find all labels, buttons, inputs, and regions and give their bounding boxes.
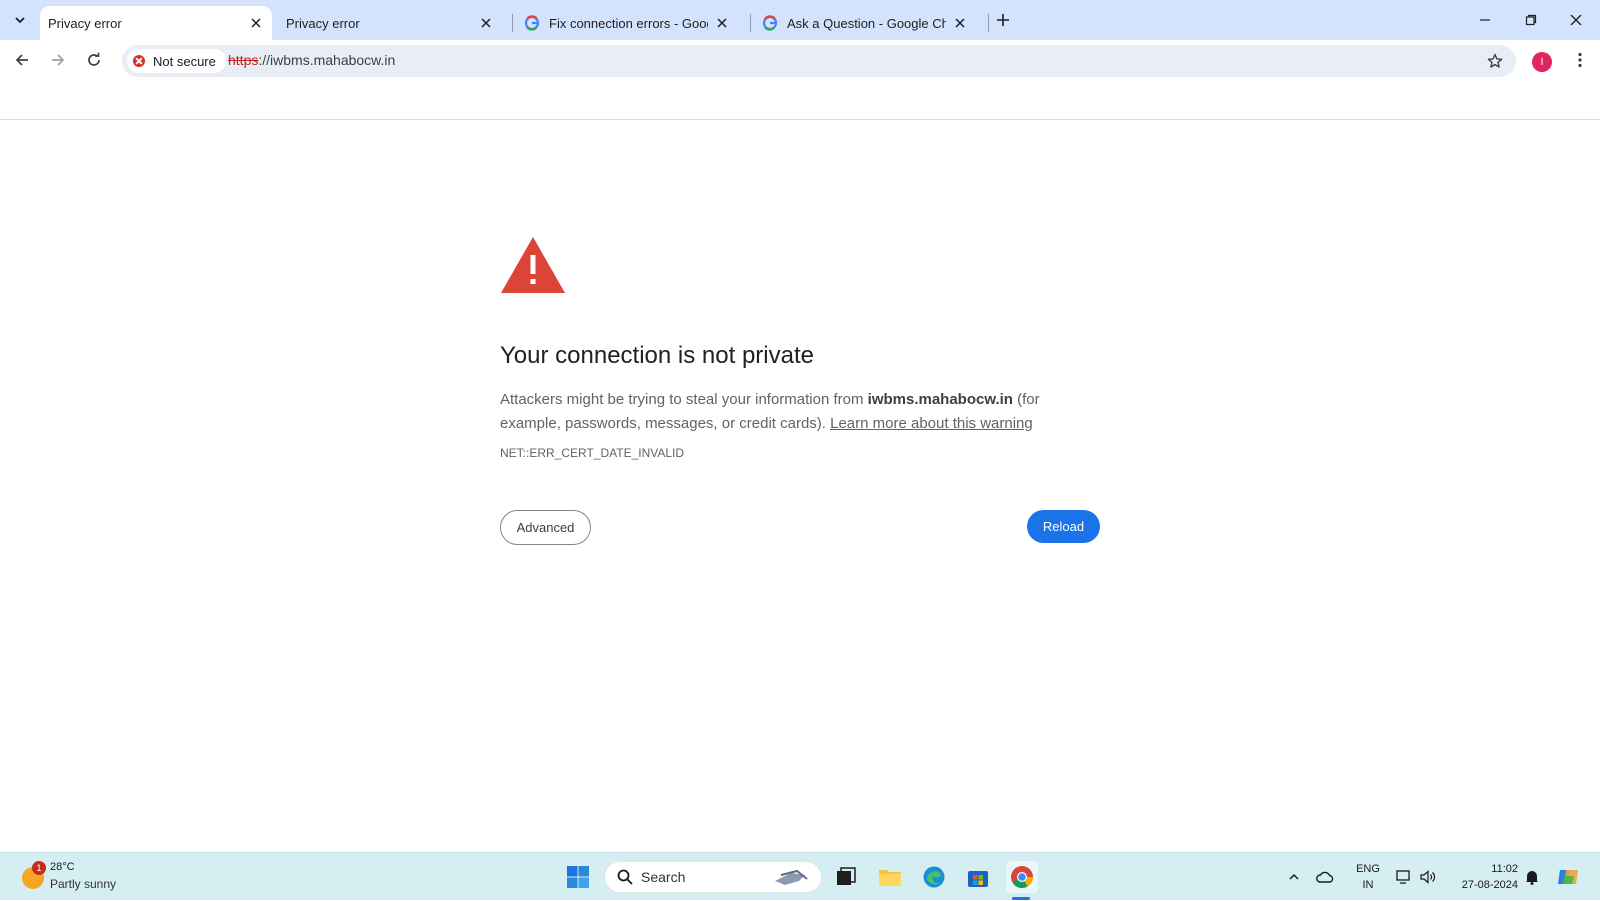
- star-icon: [1487, 53, 1503, 68]
- taskbar-search-box[interactable]: Search: [604, 861, 822, 893]
- microsoft-store-button[interactable]: [962, 861, 994, 893]
- copilot-icon: [1558, 870, 1578, 884]
- network-tray-button[interactable]: [1394, 853, 1414, 901]
- clock-date: 27-08-2024: [1461, 879, 1518, 891]
- volume-tray-button[interactable]: [1418, 853, 1438, 901]
- action-buttons: Advanced Reload: [500, 510, 1100, 546]
- security-chip[interactable]: Not secure: [127, 49, 226, 73]
- more-vertical-icon: [1578, 52, 1582, 68]
- file-explorer-button[interactable]: [874, 861, 906, 893]
- language-code: ENG: [1356, 863, 1380, 875]
- language-indicator[interactable]: ENG IN: [1353, 861, 1383, 893]
- restore-icon: [1525, 14, 1537, 26]
- copilot-button[interactable]: [1554, 853, 1582, 901]
- search-highlight-icon: [775, 869, 808, 885]
- chrome-taskbar-button[interactable]: [1006, 861, 1038, 893]
- close-tab-icon[interactable]: [952, 15, 968, 31]
- windows-logo-icon: [567, 866, 589, 888]
- notifications-button[interactable]: [1522, 853, 1542, 901]
- close-tab-icon[interactable]: [248, 15, 264, 31]
- chrome-menu-button[interactable]: [1568, 48, 1592, 72]
- address-bar[interactable]: Not secure https://iwbms.mahabocw.in: [122, 45, 1516, 77]
- restore-button[interactable]: [1519, 8, 1543, 32]
- refresh-icon: [88, 52, 100, 66]
- network-icon: [1396, 870, 1410, 884]
- security-label: Not secure: [153, 53, 216, 69]
- forward-arrow-icon: [52, 54, 65, 66]
- tab-title: Privacy error: [48, 15, 122, 31]
- minimize-button[interactable]: [1473, 8, 1497, 32]
- search-label: Search: [641, 869, 686, 885]
- tab-separator: [988, 14, 989, 32]
- site-domain: iwbms.mahabocw.in: [867, 391, 1013, 408]
- search-icon: [617, 869, 633, 885]
- clock-time: 11:02: [1491, 863, 1518, 875]
- plus-icon: [997, 14, 1009, 26]
- chevron-down-icon: [15, 17, 25, 24]
- close-tab-icon[interactable]: [478, 15, 494, 31]
- store-icon: [968, 871, 988, 887]
- folder-icon: [879, 870, 901, 886]
- system-clock[interactable]: 11:02 27-08-2024: [1448, 861, 1518, 893]
- task-view-button[interactable]: [830, 861, 862, 893]
- tab-title: Ask a Question - Google Chrome Community: [787, 15, 946, 31]
- bell-icon: [1526, 871, 1538, 885]
- task-view-icon: [837, 867, 856, 885]
- edge-browser-button[interactable]: [918, 861, 950, 893]
- url-text[interactable]: https://iwbms.mahabocw.in: [228, 52, 395, 68]
- windows-taskbar: 1 28°C Partly sunny Search ENG IN 11:02 …: [0, 852, 1600, 900]
- profile-avatar[interactable]: I: [1532, 52, 1552, 72]
- weather-temperature: 28°C: [50, 861, 75, 873]
- google-g-icon: [524, 15, 540, 31]
- tab-ask-a-question[interactable]: Ask a Question - Google Chrome Community: [754, 6, 976, 40]
- bookmarks-bar: [0, 80, 1600, 120]
- url-scheme: https: [228, 52, 259, 68]
- start-button[interactable]: [562, 861, 594, 893]
- google-g-icon: [762, 15, 778, 31]
- not-secure-icon: [133, 55, 145, 67]
- tab-separator: [512, 14, 513, 32]
- url-host: ://iwbms.mahabocw.in: [258, 52, 396, 68]
- minimize-icon: [1480, 19, 1490, 21]
- tab-separator: [750, 14, 751, 32]
- tab-title: Privacy error: [286, 15, 360, 31]
- reload-button[interactable]: Reload: [1027, 510, 1100, 543]
- speaker-icon: [1420, 870, 1436, 884]
- show-hidden-icons-button[interactable]: [1284, 853, 1304, 901]
- tab-search-button[interactable]: [7, 7, 33, 33]
- back-arrow-icon: [15, 54, 28, 66]
- close-tab-icon[interactable]: [714, 15, 730, 31]
- tab-fix-connection-errors[interactable]: Fix connection errors - Google Chrome He…: [516, 6, 738, 40]
- warning-description: Attackers might be trying to steal your …: [500, 388, 1100, 436]
- chrome-icon: [1011, 866, 1033, 888]
- new-tab-button[interactable]: [993, 10, 1013, 30]
- weather-widget[interactable]: 1 28°C Partly sunny: [20, 859, 140, 895]
- back-button[interactable]: [10, 48, 34, 72]
- error-code: NET::ERR_CERT_DATE_INVALID: [500, 446, 685, 460]
- notification-badge: 1: [32, 861, 46, 875]
- edge-icon: [923, 866, 945, 888]
- tab-privacy-error-2[interactable]: Privacy error: [278, 6, 502, 40]
- privacy-error-interstitial: Your connection is not private Attackers…: [500, 235, 1100, 546]
- advanced-button[interactable]: Advanced: [500, 510, 591, 545]
- reload-toolbar-button[interactable]: [82, 48, 106, 72]
- cloud-icon: [1316, 871, 1334, 883]
- bookmark-star-button[interactable]: [1484, 50, 1506, 72]
- tab-title: Fix connection errors - Google Chrome He…: [549, 15, 708, 31]
- close-icon: [1570, 14, 1582, 26]
- description-text: Attackers might be trying to steal your …: [500, 391, 868, 408]
- weather-condition: Partly sunny: [50, 877, 117, 891]
- tab-strip: Privacy error Privacy error Fix connecti…: [0, 0, 1600, 40]
- chevron-up-icon: [1289, 873, 1299, 880]
- region-code: IN: [1362, 879, 1374, 891]
- warning-triangle-icon: [501, 237, 565, 293]
- forward-button[interactable]: [46, 48, 70, 72]
- close-window-button[interactable]: [1564, 8, 1588, 32]
- page-heading: Your connection is not private: [500, 342, 814, 369]
- browser-toolbar: Not secure https://iwbms.mahabocw.in I: [0, 40, 1600, 80]
- tab-privacy-error-1[interactable]: Privacy error: [40, 6, 272, 40]
- onedrive-tray-button[interactable]: [1314, 853, 1336, 901]
- learn-more-link[interactable]: Learn more about this warning: [830, 415, 1033, 432]
